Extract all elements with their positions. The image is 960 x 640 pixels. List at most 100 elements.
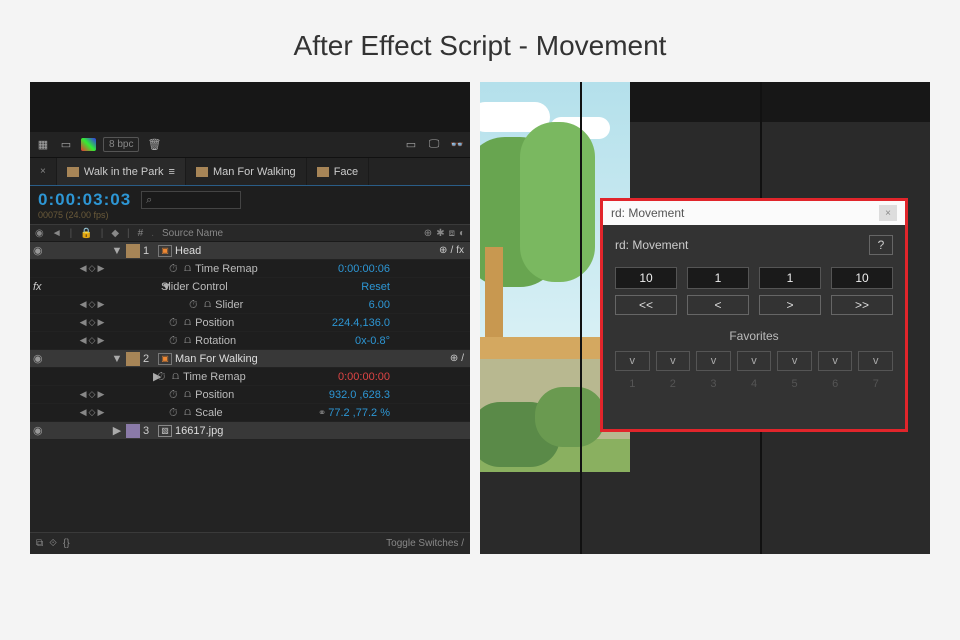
twirl-icon[interactable]: ▼ bbox=[111, 281, 161, 293]
prev-kf-icon[interactable]: ◀ bbox=[80, 389, 87, 400]
layer-name[interactable]: 16617.jpg bbox=[175, 425, 223, 437]
forward-button[interactable]: >> bbox=[831, 295, 893, 315]
help-button[interactable]: ? bbox=[869, 235, 893, 255]
switch[interactable]: / bbox=[461, 353, 464, 364]
close-icon[interactable]: × bbox=[879, 205, 897, 221]
kf-diamond-icon[interactable]: ◇ bbox=[89, 299, 96, 310]
layer-row-head[interactable]: ◉ ▼ 1 ▣ Head ⊕ / fx bbox=[30, 242, 470, 260]
step-input-d[interactable]: 10 bbox=[831, 267, 893, 289]
step-input-a[interactable]: 10 bbox=[615, 267, 677, 289]
next-kf-icon[interactable]: ▶ bbox=[97, 407, 104, 418]
prop-row-scale[interactable]: ◀◇▶ ⏱ ⩍ Scale ⚭77.2 ,77.2 % bbox=[30, 404, 470, 422]
layer-row-16617[interactable]: ◉ ▶ 3 ▧ 16617.jpg bbox=[30, 422, 470, 440]
twirl-icon[interactable]: ▼ bbox=[111, 245, 123, 257]
favorite-slot-4[interactable]: v bbox=[737, 351, 772, 371]
label-color[interactable] bbox=[126, 424, 140, 438]
switch[interactable]: ⊕ bbox=[450, 353, 458, 364]
label-color[interactable] bbox=[126, 244, 140, 258]
fx-switch[interactable]: fx bbox=[456, 245, 464, 256]
graph-icon[interactable]: ⩍ bbox=[184, 316, 191, 329]
stopwatch-icon[interactable]: ⏱ bbox=[169, 263, 181, 275]
eye-icon[interactable]: 👓 bbox=[449, 138, 465, 152]
kf-diamond-icon[interactable]: ◇ bbox=[89, 335, 96, 346]
visibility-toggle[interactable]: ◉ bbox=[33, 424, 43, 437]
tab-close-x[interactable]: × bbox=[30, 158, 57, 185]
trash-icon[interactable]: 🗑 bbox=[146, 138, 162, 152]
graph-icon[interactable]: ⩍ bbox=[172, 370, 179, 383]
switch[interactable]: / bbox=[450, 245, 453, 256]
current-timecode[interactable]: 0:00:03:03 bbox=[38, 190, 131, 210]
bpc-toggle[interactable]: 8 bpc bbox=[103, 137, 139, 152]
tab-face[interactable]: Face bbox=[307, 158, 369, 185]
tab-menu-icon[interactable]: ≡ bbox=[169, 166, 175, 178]
twirl-icon[interactable]: ▶ bbox=[111, 424, 123, 437]
stopwatch-icon[interactable]: ⏱ bbox=[169, 389, 181, 401]
prev-kf-icon[interactable]: ◀ bbox=[80, 263, 87, 274]
graph-icon[interactable]: ⩍ bbox=[184, 406, 191, 419]
brace-icon[interactable]: {} bbox=[63, 538, 70, 549]
next-kf-icon[interactable]: ▶ bbox=[97, 335, 104, 346]
graph-icon[interactable]: ⩍ bbox=[184, 334, 191, 347]
favorite-slot-7[interactable]: v bbox=[858, 351, 893, 371]
layer-row-man-for-walking[interactable]: ◉ ▼ 2 ▣ Man For Walking ⊕ / bbox=[30, 350, 470, 368]
kf-diamond-icon[interactable]: ◇ bbox=[89, 389, 96, 400]
graph-icon[interactable]: ⩍ bbox=[184, 262, 191, 275]
graph-icon[interactable]: ⩍ bbox=[184, 388, 191, 401]
prev-button[interactable]: < bbox=[687, 295, 749, 315]
kf-diamond-icon[interactable]: ◇ bbox=[89, 407, 96, 418]
next-kf-icon[interactable]: ▶ bbox=[97, 263, 104, 274]
prop-row-time-remap[interactable]: ◀◇▶ ⏱ ⩍ Time Remap 0:00:00:06 bbox=[30, 260, 470, 278]
kf-diamond-icon[interactable]: ◇ bbox=[89, 317, 96, 328]
tab-man-for-walking[interactable]: Man For Walking bbox=[186, 158, 307, 185]
twirl-icon[interactable]: ▼ bbox=[111, 353, 123, 365]
render-queue-icon[interactable]: ⧉ bbox=[36, 538, 43, 549]
layer-name[interactable]: Head bbox=[175, 245, 201, 257]
next-kf-icon[interactable]: ▶ bbox=[97, 299, 104, 310]
prop-row-position[interactable]: ◀◇▶ ⏱ ⩍ Position 224.4,136.0 bbox=[30, 314, 470, 332]
prop-value[interactable]: 224.4,136.0 bbox=[332, 317, 470, 329]
next-kf-icon[interactable]: ▶ bbox=[97, 317, 104, 328]
prop-value[interactable]: 932.0 ,628.3 bbox=[329, 389, 470, 401]
step-input-b[interactable]: 1 bbox=[687, 267, 749, 289]
visibility-toggle[interactable]: ◉ bbox=[33, 244, 43, 257]
prop-row-position-2[interactable]: ◀◇▶ ⏱ ⩍ Position 932.0 ,628.3 bbox=[30, 386, 470, 404]
link-icon[interactable]: ⚭ bbox=[318, 408, 326, 419]
stopwatch-icon[interactable]: ⏱ bbox=[169, 407, 181, 419]
favorite-slot-5[interactable]: v bbox=[777, 351, 812, 371]
prop-row-time-remap-2[interactable]: ▶ ⏱ ⩍ Time Remap 0:00:00:00 bbox=[30, 368, 470, 386]
kf-diamond-icon[interactable]: ◇ bbox=[89, 263, 96, 274]
prev-kf-icon[interactable]: ◀ bbox=[80, 407, 87, 418]
reset-link[interactable]: Reset bbox=[361, 281, 470, 293]
monitor-icon[interactable]: 🖵 bbox=[426, 138, 442, 152]
prop-value[interactable]: ⚭77.2 ,77.2 % bbox=[318, 407, 470, 419]
tab-walk-in-the-park[interactable]: Walk in the Park ≡ bbox=[57, 158, 186, 185]
prop-value[interactable]: 6.00 bbox=[369, 299, 470, 311]
prev-kf-icon[interactable]: ◀ bbox=[80, 335, 87, 346]
prev-kf-icon[interactable]: ◀ bbox=[80, 299, 87, 310]
prop-value[interactable]: 0:00:00:00 bbox=[338, 371, 470, 383]
stopwatch-icon[interactable]: ⏱ bbox=[157, 371, 169, 383]
visibility-toggle[interactable]: ◉ bbox=[33, 352, 43, 365]
prop-row-slider-control[interactable]: fx ▼ Slider Control Reset bbox=[30, 278, 470, 296]
shy-icon[interactable]: ⟐ bbox=[49, 538, 57, 549]
label-color[interactable] bbox=[126, 352, 140, 366]
prop-row-rotation[interactable]: ◀◇▶ ⏱ ⩍ Rotation 0x-0.8° bbox=[30, 332, 470, 350]
grid-icon[interactable]: ▦ bbox=[35, 138, 51, 152]
switch[interactable]: ⊕ bbox=[439, 245, 447, 256]
next-kf-icon[interactable]: ▶ bbox=[97, 389, 104, 400]
layer-name[interactable]: Man For Walking bbox=[175, 353, 258, 365]
twirl-icon[interactable]: ▶ bbox=[111, 370, 153, 383]
prop-row-slider[interactable]: ◀◇▶ ⏱ ⩍ Slider 6.00 bbox=[30, 296, 470, 314]
rewind-button[interactable]: << bbox=[615, 295, 677, 315]
toggle-switches-button[interactable]: Toggle Switches / bbox=[386, 538, 464, 549]
favorite-slot-2[interactable]: v bbox=[656, 351, 691, 371]
prev-kf-icon[interactable]: ◀ bbox=[80, 317, 87, 328]
favorite-slot-3[interactable]: v bbox=[696, 351, 731, 371]
stopwatch-icon[interactable]: ⏱ bbox=[169, 317, 181, 329]
next-button[interactable]: > bbox=[759, 295, 821, 315]
prop-value[interactable]: 0:00:00:06 bbox=[338, 263, 470, 275]
folder-icon[interactable]: ▭ bbox=[58, 138, 74, 152]
graph-icon[interactable]: ⩍ bbox=[204, 298, 211, 311]
prop-value[interactable]: 0x-0.8° bbox=[355, 335, 470, 347]
step-input-c[interactable]: 1 bbox=[759, 267, 821, 289]
